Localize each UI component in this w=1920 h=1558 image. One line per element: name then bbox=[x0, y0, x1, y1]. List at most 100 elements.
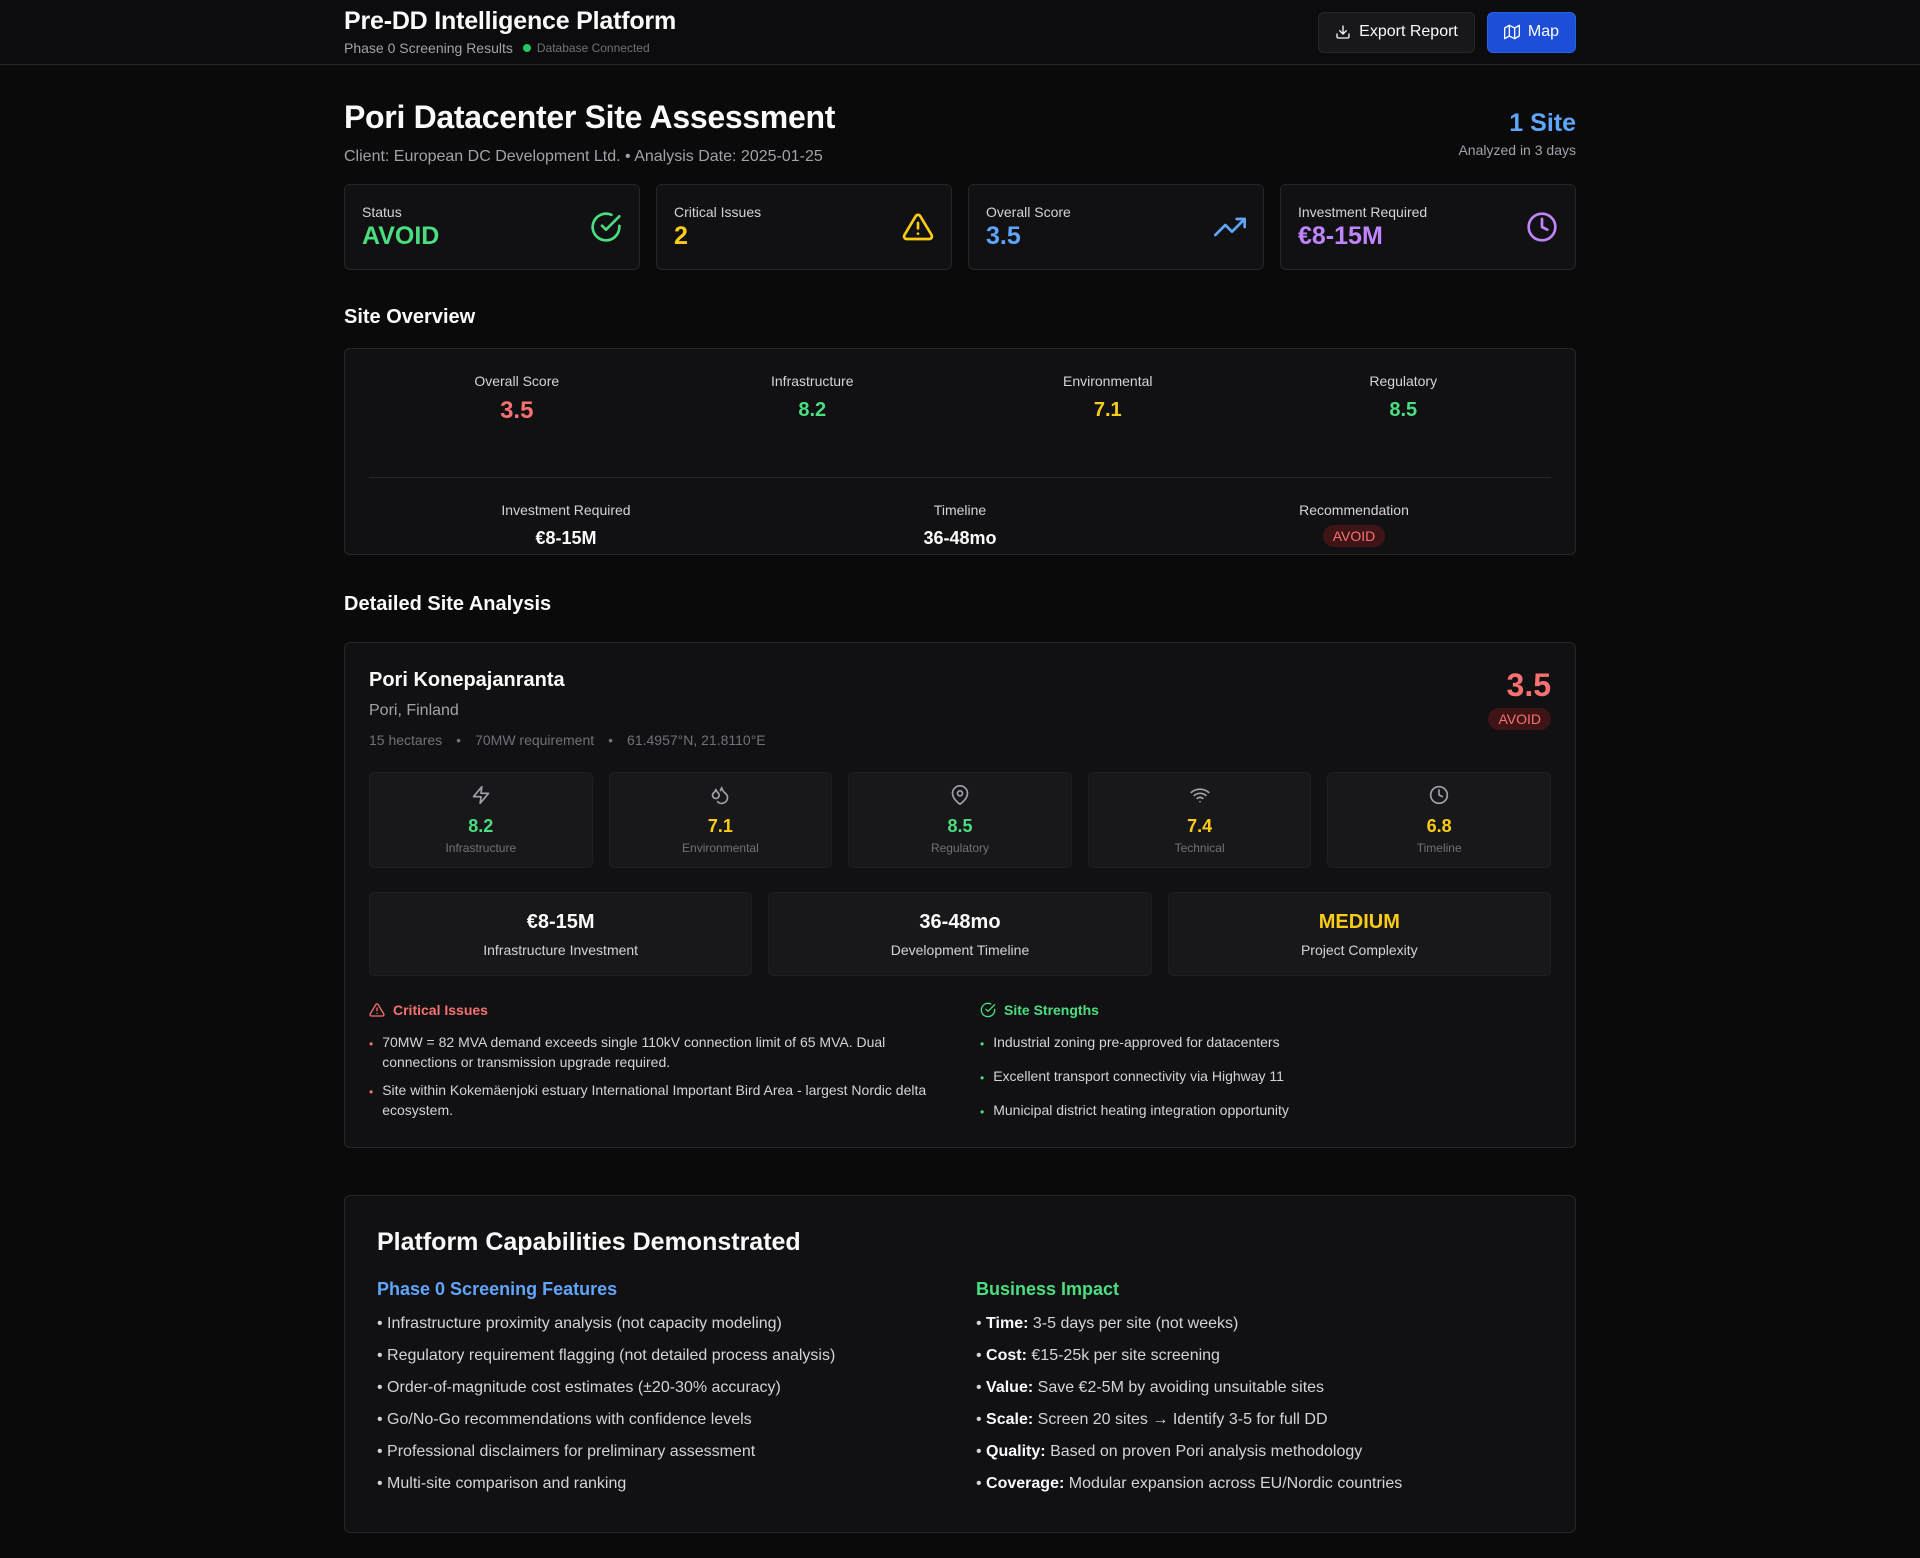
overview-label: Overall Score bbox=[474, 373, 560, 389]
map-pin-icon bbox=[951, 785, 969, 805]
kpi-value: AVOID bbox=[362, 221, 440, 250]
site-status-badge: AVOID bbox=[1488, 708, 1551, 730]
impact-text: Modular expansion across EU/Nordic count… bbox=[1068, 1475, 1403, 1492]
site-overview-card: Overall Score 3.5 Infrastructure 8.2 Env… bbox=[344, 348, 1576, 555]
kpi-status: Status AVOID bbox=[344, 184, 640, 270]
summary-complexity: MEDIUM Project Complexity bbox=[1167, 892, 1551, 976]
metric-label: Environmental bbox=[682, 841, 759, 855]
kpi-label: Status bbox=[362, 203, 402, 220]
top-bar: Pre-DD Intelligence Platform Phase 0 Scr… bbox=[0, 0, 1920, 65]
site-overview-heading: Site Overview bbox=[344, 306, 476, 328]
site-detail-card: Pori Konepajanranta Pori, Finland 15 hec… bbox=[344, 642, 1576, 1148]
feature-text: Professional disclaimers for preliminary… bbox=[387, 1443, 756, 1460]
bullet-icon: • bbox=[980, 1037, 985, 1051]
main-content: Pori Datacenter Site Assessment Client: … bbox=[344, 99, 1576, 1533]
list-item: • Coverage: Modular expansion across EU/… bbox=[976, 1475, 1403, 1492]
bullet-icon: • bbox=[369, 1085, 374, 1099]
impact-key: Cost: bbox=[986, 1347, 1027, 1364]
warning-triangle-icon bbox=[369, 1003, 385, 1017]
kpi-overall-score: Overall Score 3.5 bbox=[968, 184, 1264, 270]
impact-key: Time: bbox=[986, 1315, 1029, 1332]
strength-text: Excellent transport connectivity via Hig… bbox=[993, 1068, 1284, 1084]
summary-timeline: 36-48mo Development Timeline bbox=[768, 892, 1152, 976]
clock-icon bbox=[1527, 212, 1557, 242]
metric-value: 8.2 bbox=[468, 816, 494, 836]
export-report-button[interactable]: Export Report bbox=[1318, 11, 1475, 53]
list-item: • Value: Save €2-5M by avoiding unsuitab… bbox=[976, 1379, 1325, 1396]
recommendation-badge: AVOID bbox=[1322, 525, 1386, 547]
site-summary-cards: €8-15M Infrastructure Investment 36-48mo… bbox=[369, 892, 1551, 976]
meta-separator: • bbox=[456, 732, 462, 748]
kpi-value: €8-15M bbox=[1298, 221, 1383, 250]
impact-text: €15-25k per site screening bbox=[1031, 1347, 1220, 1364]
list-item: • Scale: Screen 20 sites → Identify 3-5 … bbox=[976, 1411, 1328, 1428]
analyzed-duration: Analyzed in 3 days bbox=[1458, 142, 1576, 158]
site-count: 1 Site Analyzed in 3 days bbox=[1458, 99, 1576, 166]
site-score-value: 3.5 bbox=[1506, 667, 1551, 703]
app-title: Pre-DD Intelligence Platform bbox=[344, 6, 676, 35]
kpi-value: 2 bbox=[674, 221, 688, 250]
overview-label: Environmental bbox=[1063, 373, 1153, 389]
site-coordinates: 61.4957°N, 21.8110°E bbox=[627, 732, 766, 748]
metric-infrastructure: 8.2 Infrastructure bbox=[369, 772, 593, 868]
droplets-icon bbox=[712, 786, 729, 805]
feature-text: Multi-site comparison and ranking bbox=[387, 1475, 627, 1492]
site-power: 70MW requirement bbox=[475, 732, 595, 748]
list-item: • Multi-site comparison and ranking bbox=[377, 1475, 627, 1492]
summary-label: Development Timeline bbox=[890, 942, 1030, 958]
list-item: • Site within Kokemäenjoki estuary Intern… bbox=[369, 1080, 940, 1120]
metric-regulatory: 8.5 Regulatory bbox=[848, 772, 1072, 868]
overview-label: Regulatory bbox=[1369, 373, 1438, 389]
site-score: 3.5 AVOID bbox=[1488, 667, 1551, 730]
download-icon bbox=[1336, 25, 1350, 39]
trending-up-icon bbox=[1214, 217, 1246, 237]
overview-recommendation: Recommendation AVOID bbox=[1157, 502, 1551, 549]
impact-text: Screen 20 sites → Identify 3-5 for full … bbox=[1037, 1411, 1328, 1428]
overview-timeline: Timeline 36-48mo bbox=[763, 502, 1157, 549]
metric-label: Technical bbox=[1174, 841, 1225, 855]
check-circle-icon bbox=[591, 212, 621, 242]
list-item: • Excellent transport connectivity via Hi… bbox=[980, 1066, 1551, 1088]
metric-label: Timeline bbox=[1416, 841, 1462, 855]
map-button[interactable]: Map bbox=[1486, 11, 1576, 53]
page-title: Pori Datacenter Site Assessment bbox=[344, 99, 836, 135]
site-area: 15 hectares bbox=[369, 732, 443, 748]
metric-timeline: 6.8 Timeline bbox=[1327, 772, 1551, 868]
metric-value: 7.4 bbox=[1187, 816, 1213, 836]
lightning-icon bbox=[472, 785, 490, 805]
warning-triangle-icon bbox=[902, 213, 934, 241]
impact-key: Value: bbox=[986, 1379, 1034, 1396]
bullet-icon: • bbox=[980, 1105, 985, 1119]
metric-technical: 7.4 Technical bbox=[1087, 772, 1312, 868]
meta-separator: • bbox=[608, 732, 614, 748]
impact-key: Coverage: bbox=[986, 1475, 1065, 1492]
summary-label: Project Complexity bbox=[1300, 942, 1418, 958]
overview-value: 7.1 bbox=[1093, 399, 1122, 421]
list-item: • 70MW = 82 MVA demand exceeds single 110… bbox=[369, 1032, 940, 1072]
summary-value: MEDIUM bbox=[1318, 911, 1400, 933]
impact-text: Save €2-5M by avoiding unsuitable sites bbox=[1037, 1379, 1325, 1396]
summary-investment: €8-15M Infrastructure Investment bbox=[369, 892, 753, 976]
site-metrics: 8.2 Infrastructure 7.1 Environmental 8.5… bbox=[369, 772, 1551, 868]
overview-regulatory: Regulatory 8.5 bbox=[1256, 373, 1552, 453]
overview-label: Infrastructure bbox=[771, 373, 854, 389]
impact-text: Based on proven Pori analysis methodolog… bbox=[1050, 1443, 1363, 1460]
overview-investment: Investment Required €8-15M bbox=[369, 502, 763, 549]
features-heading: Phase 0 Screening Features bbox=[377, 1279, 618, 1299]
metric-environmental: 7.1 Environmental bbox=[608, 772, 833, 868]
summary-value: €8-15M bbox=[526, 911, 595, 933]
list-item: • Quality: Based on proven Pori analysis… bbox=[976, 1443, 1363, 1460]
detailed-analysis-heading: Detailed Site Analysis bbox=[344, 593, 552, 615]
critical-issue-text: Site within Kokemäenjoki estuary Interna… bbox=[382, 1082, 927, 1118]
export-report-label: Export Report bbox=[1359, 23, 1458, 40]
divider bbox=[369, 477, 1551, 478]
check-circle-icon bbox=[980, 1002, 996, 1018]
kpi-cards: Status AVOID Critical Issues 2 Overall S… bbox=[344, 184, 1576, 270]
db-status: Database Connected bbox=[522, 41, 650, 55]
site-meta: 15 hectares • 70MW requirement • 61.4957… bbox=[369, 732, 1551, 748]
list-item: • Cost: €15-25k per site screening bbox=[976, 1347, 1220, 1364]
features-column: Phase 0 Screening Features • Infrastruct… bbox=[377, 1279, 944, 1506]
impact-text: 3-5 days per site (not weeks) bbox=[1032, 1315, 1239, 1332]
list-item: • Time: 3-5 days per site (not weeks) bbox=[976, 1315, 1239, 1332]
kpi-label: Critical Issues bbox=[674, 203, 762, 220]
